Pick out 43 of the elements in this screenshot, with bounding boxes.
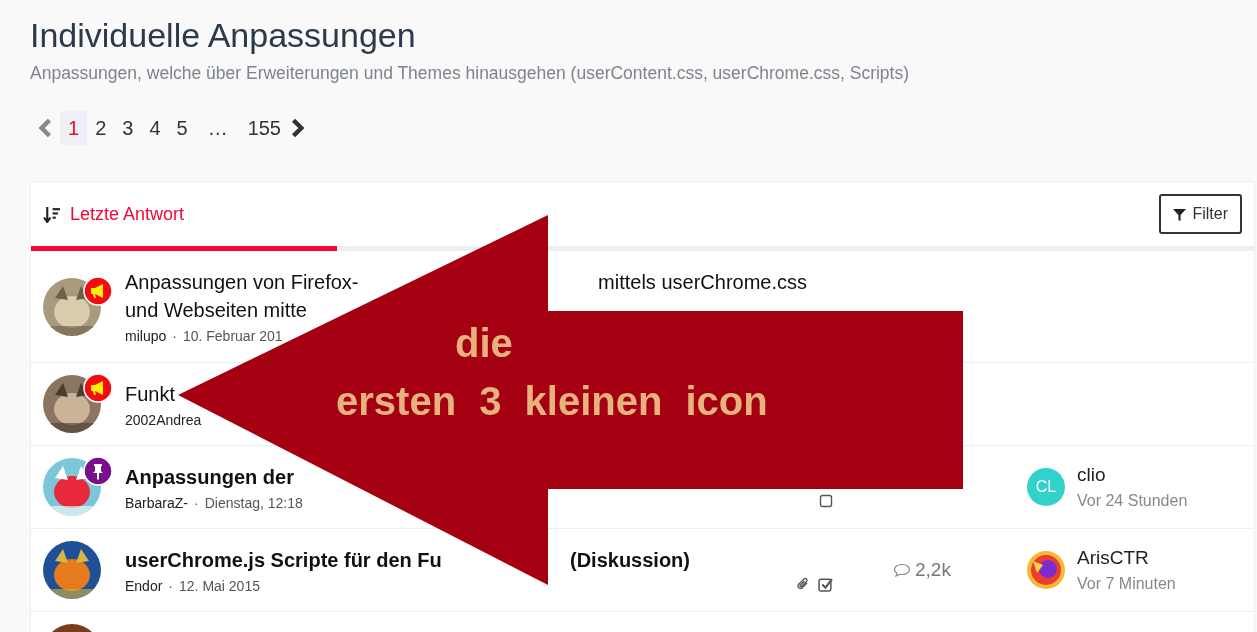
page-link[interactable]: 2: [87, 111, 115, 145]
page-subtitle: Anpassungen, welche über Erweiterungen und Themes hinausgehen (userContent.css, userChrome.css, Scripts): [30, 62, 911, 85]
page-link[interactable]: 3: [114, 111, 142, 145]
thread-title[interactable]: Anpassungen von Firefox-: [125, 268, 359, 296]
sort-descending-icon: [43, 205, 60, 223]
last-poster-link[interactable]: clio: [1077, 464, 1188, 486]
last-post-time: Vor 24 Stunden: [1077, 492, 1188, 510]
page-link[interactable]: 1: [60, 111, 88, 145]
megaphone-icon: [83, 373, 113, 403]
post-date: Dienstag, 12:18: [204, 493, 303, 512]
page-ellipsis: …: [206, 116, 229, 141]
page-title: Individuelle Anpassungen: [30, 15, 417, 55]
page-link[interactable]: 4: [141, 111, 169, 145]
reply-count: 2,2k: [915, 559, 951, 581]
author-link[interactable]: Endor: [125, 576, 163, 595]
last-post-time: Vor 7 Minuten: [1077, 575, 1176, 593]
next-page-icon[interactable]: [291, 118, 305, 138]
post-date: 10. Februar 201: [182, 327, 283, 345]
sort-tab[interactable]: Letzte Antwort: [43, 203, 185, 225]
author-link[interactable]: BarbaraZ-: [125, 493, 189, 512]
annotation-text: ersten 3 kleinen icon: [336, 378, 768, 424]
page-link[interactable]: 155: [239, 111, 289, 145]
user-avatar: CL: [1027, 468, 1065, 506]
post-date: 12. Mai 2015: [179, 576, 260, 595]
thread-title[interactable]: und Webseiten mitte: [125, 296, 307, 324]
separator: ·: [168, 576, 174, 595]
author-link[interactable]: 2002Andrea: [125, 410, 202, 429]
filter-icon: [1173, 207, 1187, 221]
thread-title[interactable]: Anpassungen der: [125, 462, 294, 491]
thread-title[interactable]: (Diskussion): [569, 545, 690, 574]
author-link[interactable]: milupo: [125, 327, 167, 345]
thread-title[interactable]: Funkt: [125, 379, 176, 408]
page-link[interactable]: 5: [168, 111, 196, 145]
comment-icon: [893, 563, 911, 577]
separator: ·: [172, 327, 177, 345]
filter-button[interactable]: Filter: [1159, 194, 1242, 234]
pin-icon: [83, 456, 113, 486]
thread-title[interactable]: userChrome.js Scripte für den Fu: [125, 545, 442, 574]
last-poster-link[interactable]: ArisCTR: [1077, 547, 1176, 569]
separator: ·: [194, 493, 199, 512]
megaphone-icon: [83, 275, 113, 306]
thread-title[interactable]: mittels userChrome.css: [598, 268, 807, 296]
annotation-text: die: [455, 320, 513, 366]
